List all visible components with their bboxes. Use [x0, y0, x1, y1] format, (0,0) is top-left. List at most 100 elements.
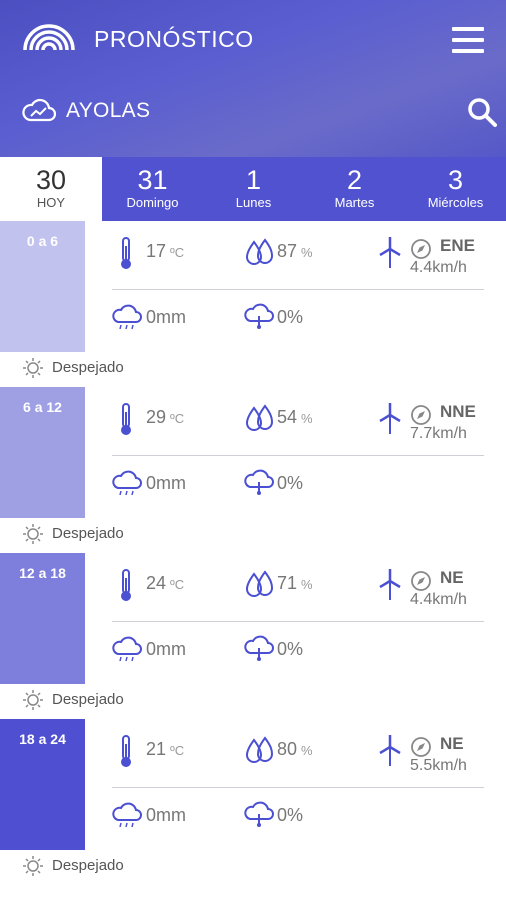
period-rain-row: 0mm 0% — [112, 456, 484, 518]
cloud-probability-icon — [244, 635, 274, 661]
wind-speed: 7.7km/h — [410, 425, 467, 442]
rain-amount: 0mm — [146, 473, 186, 493]
period-range: 6 a 12 — [23, 399, 62, 415]
cloud-probability-icon — [244, 801, 274, 827]
rain-probability: 0% — [277, 473, 304, 493]
period-rain-row: 0mm 0% — [112, 788, 484, 850]
thermometer-icon — [121, 569, 131, 601]
humidity-value: 71% — [277, 573, 313, 593]
period-main-row: 24 ºC 71% NE 4.4km/h — [112, 553, 484, 621]
condition-label: Despejado — [52, 691, 124, 708]
rain-cloud-icon — [112, 802, 142, 828]
cloud-probability-icon — [244, 469, 274, 495]
day-tabs: 30 HOY 31 Domingo 1 Lunes 2 Martes 3 Mié… — [0, 157, 506, 221]
period-main-row: 17 ºC 87% ENE 4.4km/h — [112, 221, 484, 289]
top-bar: PRONÓSTICO — [0, 0, 506, 80]
period-rain-row: 0mm 0% — [112, 290, 484, 352]
wind-turbine-icon — [379, 569, 401, 600]
rainbow-logo-icon — [23, 24, 75, 51]
tab-day-3[interactable]: 3 Miércoles — [405, 157, 506, 221]
compass-icon — [411, 405, 431, 425]
tab-day-number: 2 — [346, 165, 363, 195]
period-range: 0 a 6 — [26, 233, 59, 249]
app-title: PRONÓSTICO — [94, 26, 254, 52]
tab-day-number: 30 — [35, 165, 67, 195]
wind-speed: 5.5km/h — [410, 757, 467, 774]
drops-icon — [245, 570, 274, 597]
tab-day-label: Miércoles — [427, 195, 484, 210]
location-bar: AYOLAS — [0, 92, 506, 132]
compass-icon — [411, 239, 431, 259]
condition-label: Despejado — [52, 359, 124, 376]
search-icon[interactable] — [466, 96, 498, 128]
rain-cloud-icon — [112, 304, 142, 330]
humidity-value: 54% — [277, 407, 313, 427]
rain-cloud-icon — [112, 636, 142, 662]
forecast-period: 0 a 6 17 ºC 87% ENE 4.4km/h 0mm 0% Despe… — [0, 221, 506, 387]
drops-icon — [245, 404, 274, 431]
tab-day-label: Lunes — [235, 195, 272, 210]
compass-icon — [411, 571, 431, 591]
forecast-period: 12 a 18 24 ºC 71% NE 4.4km/h 0mm 0% Desp… — [0, 553, 506, 719]
forecast-period: 18 a 24 21 ºC 80% NE 5.5km/h 0mm 0% Desp… — [0, 719, 506, 885]
temperature-value: 21 ºC — [146, 739, 185, 759]
wind-direction: NE — [440, 568, 464, 587]
rain-probability: 0% — [277, 639, 304, 659]
wind-speed: 4.4km/h — [410, 591, 467, 608]
rain-probability: 0% — [277, 307, 304, 327]
wind-direction: NE — [440, 734, 464, 753]
location-name[interactable]: AYOLAS — [66, 99, 150, 123]
rain-probability: 0% — [277, 805, 304, 825]
rain-cloud-icon — [112, 470, 142, 496]
temperature-value: 29 ºC — [146, 407, 185, 427]
period-band: 0 a 6 — [0, 221, 85, 352]
drops-icon — [245, 736, 274, 763]
tab-day-number: 1 — [245, 165, 262, 195]
tab-day-1[interactable]: 1 Lunes — [203, 157, 304, 221]
rain-amount: 0mm — [146, 805, 186, 825]
period-main-row: 21 ºC 80% NE 5.5km/h — [112, 719, 484, 787]
thermometer-icon — [121, 403, 131, 435]
wind-speed: 4.4km/h — [410, 259, 467, 276]
rain-amount: 0mm — [146, 639, 186, 659]
tab-day-label: Martes — [334, 195, 375, 210]
tab-day-label: HOY — [36, 195, 66, 210]
temperature-value: 17 ºC — [146, 241, 185, 261]
period-band: 12 a 18 — [0, 553, 85, 684]
tab-day-30[interactable]: 30 HOY — [0, 157, 102, 221]
hamburger-menu-icon[interactable] — [452, 27, 484, 53]
wind-turbine-icon — [379, 403, 401, 434]
app-header: PRONÓSTICO AYOLAS — [0, 0, 506, 157]
sun-icon — [23, 524, 43, 544]
wind-direction: ENE — [440, 236, 475, 255]
sun-icon — [23, 690, 43, 710]
period-band: 18 a 24 — [0, 719, 85, 850]
tab-day-label: Domingo — [126, 195, 179, 210]
sun-icon — [23, 358, 43, 378]
forecast-period: 6 a 12 29 ºC 54% NNE 7.7km/h 0mm 0% Desp… — [0, 387, 506, 553]
period-main-row: 29 ºC 54% NNE 7.7km/h — [112, 387, 484, 455]
period-band: 6 a 12 — [0, 387, 85, 518]
rain-amount: 0mm — [146, 307, 186, 327]
tab-day-2[interactable]: 2 Martes — [304, 157, 405, 221]
thermometer-icon — [121, 237, 131, 269]
cloud-probability-icon — [244, 303, 274, 329]
humidity-value: 80% — [277, 739, 313, 759]
sun-icon — [23, 856, 43, 876]
compass-icon — [411, 737, 431, 757]
tab-day-number: 31 — [137, 165, 168, 195]
humidity-value: 87% — [277, 241, 313, 261]
wind-turbine-icon — [379, 735, 401, 766]
forecast-periods: 0 a 6 17 ºC 87% ENE 4.4km/h 0mm 0% Despe… — [0, 221, 506, 885]
cloud-chart-icon — [22, 98, 56, 122]
temperature-value: 24 ºC — [146, 573, 185, 593]
thermometer-icon — [121, 735, 131, 767]
condition-label: Despejado — [52, 857, 124, 874]
drops-icon — [245, 238, 274, 265]
period-range: 12 a 18 — [19, 565, 66, 581]
wind-turbine-icon — [379, 237, 401, 268]
wind-direction: NNE — [440, 402, 476, 421]
period-range: 18 a 24 — [19, 731, 66, 747]
tab-day-31[interactable]: 31 Domingo — [102, 157, 203, 221]
condition-label: Despejado — [52, 525, 124, 542]
